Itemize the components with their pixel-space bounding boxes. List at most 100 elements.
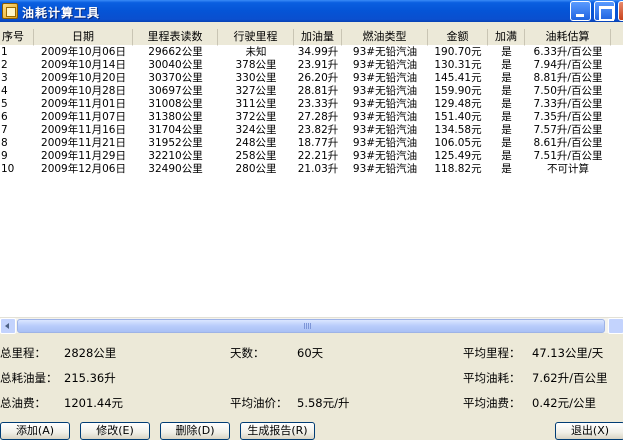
cell-fuel-amount: 21.03升	[297, 163, 339, 175]
table-row[interactable]: 4 2009年10月28日 30697公里 327公里 28.81升 93#无铅…	[0, 85, 623, 98]
cell-consumption: 7.35升/百公里	[533, 111, 603, 123]
cell-distance: 372公里	[235, 111, 277, 123]
header-full-tank[interactable]: 加满	[488, 29, 525, 46]
cell-fuel-amount: 34.99升	[297, 46, 339, 58]
header-fuel-amount[interactable]: 加油量	[294, 29, 342, 46]
cell-index: 8	[1, 137, 8, 149]
maximize-icon[interactable]	[594, 1, 615, 21]
header-odometer[interactable]: 里程表读数	[133, 29, 218, 46]
app-icon[interactable]	[2, 3, 18, 19]
table-row[interactable]: 8 2009年11月21日 31952公里 248公里 18.77升 93#无铅…	[0, 137, 623, 150]
edit-button[interactable]: 修改(E)	[80, 422, 150, 440]
cell-fuel-amount: 22.21升	[297, 150, 339, 162]
refuel-records-table[interactable]: 序号 日期 里程表读数 行驶里程 加油量 燃油类型 金额 加满 油耗估算 1 2…	[0, 29, 623, 317]
cell-cost: 145.41元	[434, 72, 482, 84]
cell-cost: 125.49元	[434, 150, 482, 162]
cell-full-tank: 是	[501, 46, 512, 58]
days-value: 60天	[297, 346, 324, 360]
cell-fuel-type: 93#无铅汽油	[352, 137, 418, 149]
close-icon[interactable]	[618, 1, 623, 21]
cell-index: 4	[1, 85, 8, 97]
table-row[interactable]: 7 2009年11月16日 31704公里 324公里 23.82升 93#无铅…	[0, 124, 623, 137]
total-fuel-value: 215.36升	[64, 371, 116, 385]
cell-distance: 330公里	[235, 72, 277, 84]
cell-odometer: 30697公里	[148, 85, 203, 97]
title-bar[interactable]: 油耗计算工具	[0, 0, 623, 22]
table-row[interactable]: 10 2009年12月06日 32490公里 280公里 21.03升 93#无…	[0, 163, 623, 176]
cell-full-tank: 是	[501, 98, 512, 110]
cell-index: 10	[1, 163, 15, 175]
cell-distance: 311公里	[235, 98, 277, 110]
cell-odometer: 31008公里	[148, 98, 203, 110]
avg-distance-label: 平均里程：	[463, 346, 521, 360]
table-row[interactable]: 9 2009年11月29日 32210公里 258公里 22.21升 93#无铅…	[0, 150, 623, 163]
table-row[interactable]: 2 2009年10月14日 30040公里 378公里 23.91升 93#无铅…	[0, 59, 623, 72]
avg-price-label: 平均油价：	[230, 396, 288, 410]
cell-cost: 134.58元	[434, 124, 482, 136]
cell-date: 2009年11月01日	[41, 98, 126, 110]
cell-cost: 130.31元	[434, 59, 482, 71]
header-distance[interactable]: 行驶里程	[218, 29, 294, 46]
cell-fuel-type: 93#无铅汽油	[352, 98, 418, 110]
add-button[interactable]: 添加(A)	[0, 422, 70, 440]
total-distance-label: 总里程：	[0, 346, 46, 360]
cell-cost: 151.40元	[434, 111, 482, 123]
cell-full-tank: 是	[501, 72, 512, 84]
scrollbar-thumb[interactable]	[17, 319, 605, 333]
cell-fuel-amount: 26.20升	[297, 72, 339, 84]
cell-odometer: 31704公里	[148, 124, 203, 136]
cell-distance: 378公里	[235, 59, 277, 71]
header-cost[interactable]: 金额	[428, 29, 488, 46]
cell-consumption: 7.94升/百公里	[533, 59, 603, 71]
cell-cost: 106.05元	[434, 137, 482, 149]
cell-odometer: 31952公里	[148, 137, 203, 149]
header-consumption[interactable]: 油耗估算	[525, 29, 611, 46]
generate-report-button[interactable]: 生成报告(R)	[240, 422, 315, 440]
cell-fuel-amount: 18.77升	[297, 137, 339, 149]
cell-fuel-type: 93#无铅汽油	[352, 124, 418, 136]
delete-button[interactable]: 删除(D)	[160, 422, 230, 440]
arrow-left-icon[interactable]	[0, 318, 16, 334]
cell-distance: 未知	[245, 46, 267, 58]
cell-full-tank: 是	[501, 124, 512, 136]
cell-consumption: 8.61升/百公里	[533, 137, 603, 149]
cell-index: 6	[1, 111, 8, 123]
table-row[interactable]: 3 2009年10月20日 30370公里 330公里 26.20升 93#无铅…	[0, 72, 623, 85]
cell-consumption: 7.33升/百公里	[533, 98, 603, 110]
table-row[interactable]: 5 2009年11月01日 31008公里 311公里 23.33升 93#无铅…	[0, 98, 623, 111]
cell-distance: 258公里	[235, 150, 277, 162]
header-fuel-type[interactable]: 燃油类型	[342, 29, 428, 46]
minimize-icon[interactable]	[570, 1, 591, 21]
header-date[interactable]: 日期	[34, 29, 133, 46]
cell-fuel-type: 93#无铅汽油	[352, 163, 418, 175]
cell-date: 2009年10月28日	[41, 85, 126, 97]
table-row[interactable]: 6 2009年11月07日 31380公里 372公里 27.28升 93#无铅…	[0, 111, 623, 124]
cell-distance: 327公里	[235, 85, 277, 97]
cell-fuel-amount: 28.81升	[297, 85, 339, 97]
exit-button[interactable]: 退出(X)	[555, 422, 623, 440]
table-row[interactable]: 1 2009年10月06日 29662公里 未知 34.99升 93#无铅汽油 …	[0, 46, 623, 59]
header-extra[interactable]	[611, 29, 623, 46]
arrow-right-icon[interactable]	[608, 318, 623, 334]
cell-consumption: 7.51升/百公里	[533, 150, 603, 162]
header-index[interactable]: 序号	[0, 29, 34, 46]
cell-fuel-type: 93#无铅汽油	[352, 150, 418, 162]
table-header: 序号 日期 里程表读数 行驶里程 加油量 燃油类型 金额 加满 油耗估算	[0, 29, 623, 46]
cell-full-tank: 是	[501, 137, 512, 149]
total-fuel-label: 总耗油量：	[0, 371, 58, 385]
cell-date: 2009年11月16日	[41, 124, 126, 136]
cell-fuel-type: 93#无铅汽油	[352, 59, 418, 71]
cell-cost: 129.48元	[434, 98, 482, 110]
cell-index: 5	[1, 98, 8, 110]
cell-distance: 324公里	[235, 124, 277, 136]
cell-date: 2009年10月06日	[41, 46, 126, 58]
avg-distance-value: 47.13公里/天	[532, 346, 604, 360]
cell-fuel-type: 93#无铅汽油	[352, 85, 418, 97]
cell-odometer: 30370公里	[148, 72, 203, 84]
cell-consumption: 不可计算	[547, 163, 589, 175]
cell-date: 2009年11月29日	[41, 150, 126, 162]
horizontal-scrollbar[interactable]	[0, 317, 623, 334]
window-title: 油耗计算工具	[22, 6, 101, 20]
cell-cost: 159.90元	[434, 85, 482, 97]
cell-fuel-amount: 23.82升	[297, 124, 339, 136]
